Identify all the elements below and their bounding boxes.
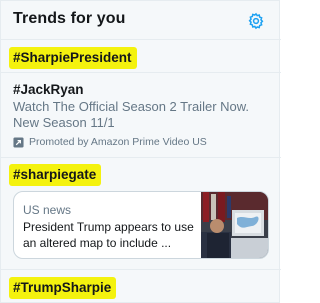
trends-header: Trends for you — [1, 1, 281, 39]
promoted-trend-hashtag[interactable]: #JackRyan — [13, 82, 84, 97]
promoted-by-row: Promoted by Amazon Prime Video US — [13, 135, 207, 149]
divider — [1, 269, 281, 270]
trend-hashtag-sharpiepresident[interactable]: #SharpiePresident — [9, 47, 137, 69]
news-headline: President Trump appears to use an altere… — [23, 220, 194, 250]
news-card[interactable]: US news President Trump appears to use a… — [13, 191, 269, 259]
gear-icon[interactable] — [247, 12, 265, 30]
news-source: US news — [23, 203, 72, 217]
news-thumbnail-image — [201, 192, 268, 258]
divider — [1, 72, 281, 73]
promoted-icon — [13, 136, 24, 148]
divider — [1, 157, 281, 158]
promoted-trend-description[interactable]: Watch The Official Season 2 Trailer Now.… — [13, 99, 275, 131]
divider — [1, 39, 281, 40]
promoted-by-label: Promoted by Amazon Prime Video US — [29, 136, 207, 148]
trends-panel: Trends for you #SharpiePresident #JackRy… — [0, 0, 281, 303]
trend-hashtag-trumpsharpie[interactable]: #TrumpSharpie — [9, 277, 117, 299]
trend-hashtag-sharpiegate[interactable]: #sharpiegate — [9, 164, 102, 186]
trends-title: Trends for you — [13, 10, 126, 27]
